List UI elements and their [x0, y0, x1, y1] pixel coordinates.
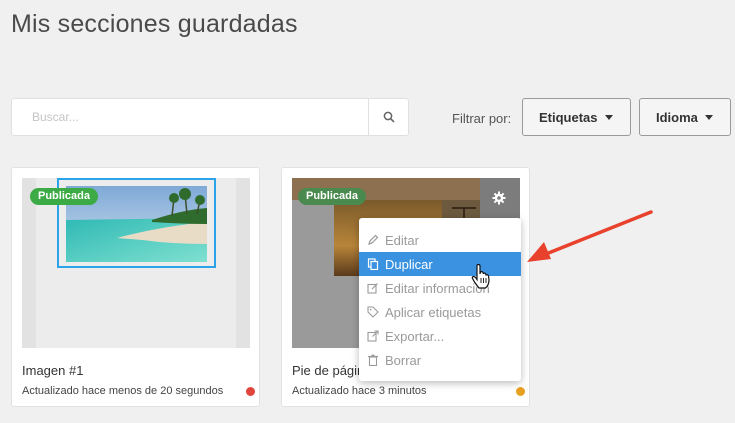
trash-icon: [368, 354, 378, 366]
tags-dropdown-label: Etiquetas: [539, 109, 598, 125]
gear-icon: [492, 191, 506, 205]
menu-item-export[interactable]: Exportar...: [359, 324, 521, 348]
status-badge: Publicada: [30, 188, 98, 205]
search-button[interactable]: [368, 99, 408, 135]
copy-icon: [367, 258, 379, 270]
menu-item-apply-tags[interactable]: Aplicar etiquetas: [359, 300, 521, 324]
search-input[interactable]: [12, 99, 370, 135]
search-bar: [11, 98, 409, 136]
card-title: Imagen #1: [22, 363, 84, 378]
status-badge: Publicada: [298, 188, 366, 205]
language-dropdown-label: Idioma: [656, 109, 698, 125]
caret-down-icon: [704, 114, 713, 120]
card-context-menu: Editar Duplicar Editar información Aplic…: [359, 218, 521, 381]
caret-down-icon: [604, 114, 613, 120]
menu-item-edit-info[interactable]: Editar información: [359, 276, 521, 300]
tags-dropdown[interactable]: Etiquetas: [522, 98, 631, 136]
page-title: Mis secciones guardadas: [11, 10, 298, 38]
language-dropdown[interactable]: Idioma: [639, 98, 731, 136]
menu-item-duplicate[interactable]: Duplicar: [359, 252, 521, 276]
tag-icon: [367, 306, 379, 318]
menu-item-edit[interactable]: Editar: [359, 228, 521, 252]
pencil-icon: [368, 234, 379, 245]
annotation-arrow-icon: [527, 210, 653, 262]
menu-item-label: Borrar: [385, 352, 422, 368]
card-updated-text: Actualizado hace 3 minutos: [292, 385, 427, 397]
menu-item-label: Aplicar etiquetas: [385, 304, 482, 320]
menu-item-label: Exportar...: [385, 328, 445, 344]
export-icon: [367, 330, 379, 342]
menu-item-label: Editar: [385, 232, 419, 248]
search-icon: [383, 111, 395, 123]
card-settings-button[interactable]: [479, 178, 519, 218]
hand-cursor-icon: [471, 264, 490, 289]
status-dot: [246, 387, 255, 396]
menu-item-delete[interactable]: Borrar: [359, 348, 521, 372]
filter-label: Filtrar por:: [452, 111, 512, 126]
section-card[interactable]: Publicada Imagen #1 Actualizado hace men…: [11, 167, 260, 407]
edit-info-icon: [367, 283, 378, 294]
card-updated-text: Actualizado hace menos de 20 segundos: [22, 385, 224, 397]
status-dot: [516, 387, 525, 396]
menu-item-label: Duplicar: [385, 256, 433, 272]
